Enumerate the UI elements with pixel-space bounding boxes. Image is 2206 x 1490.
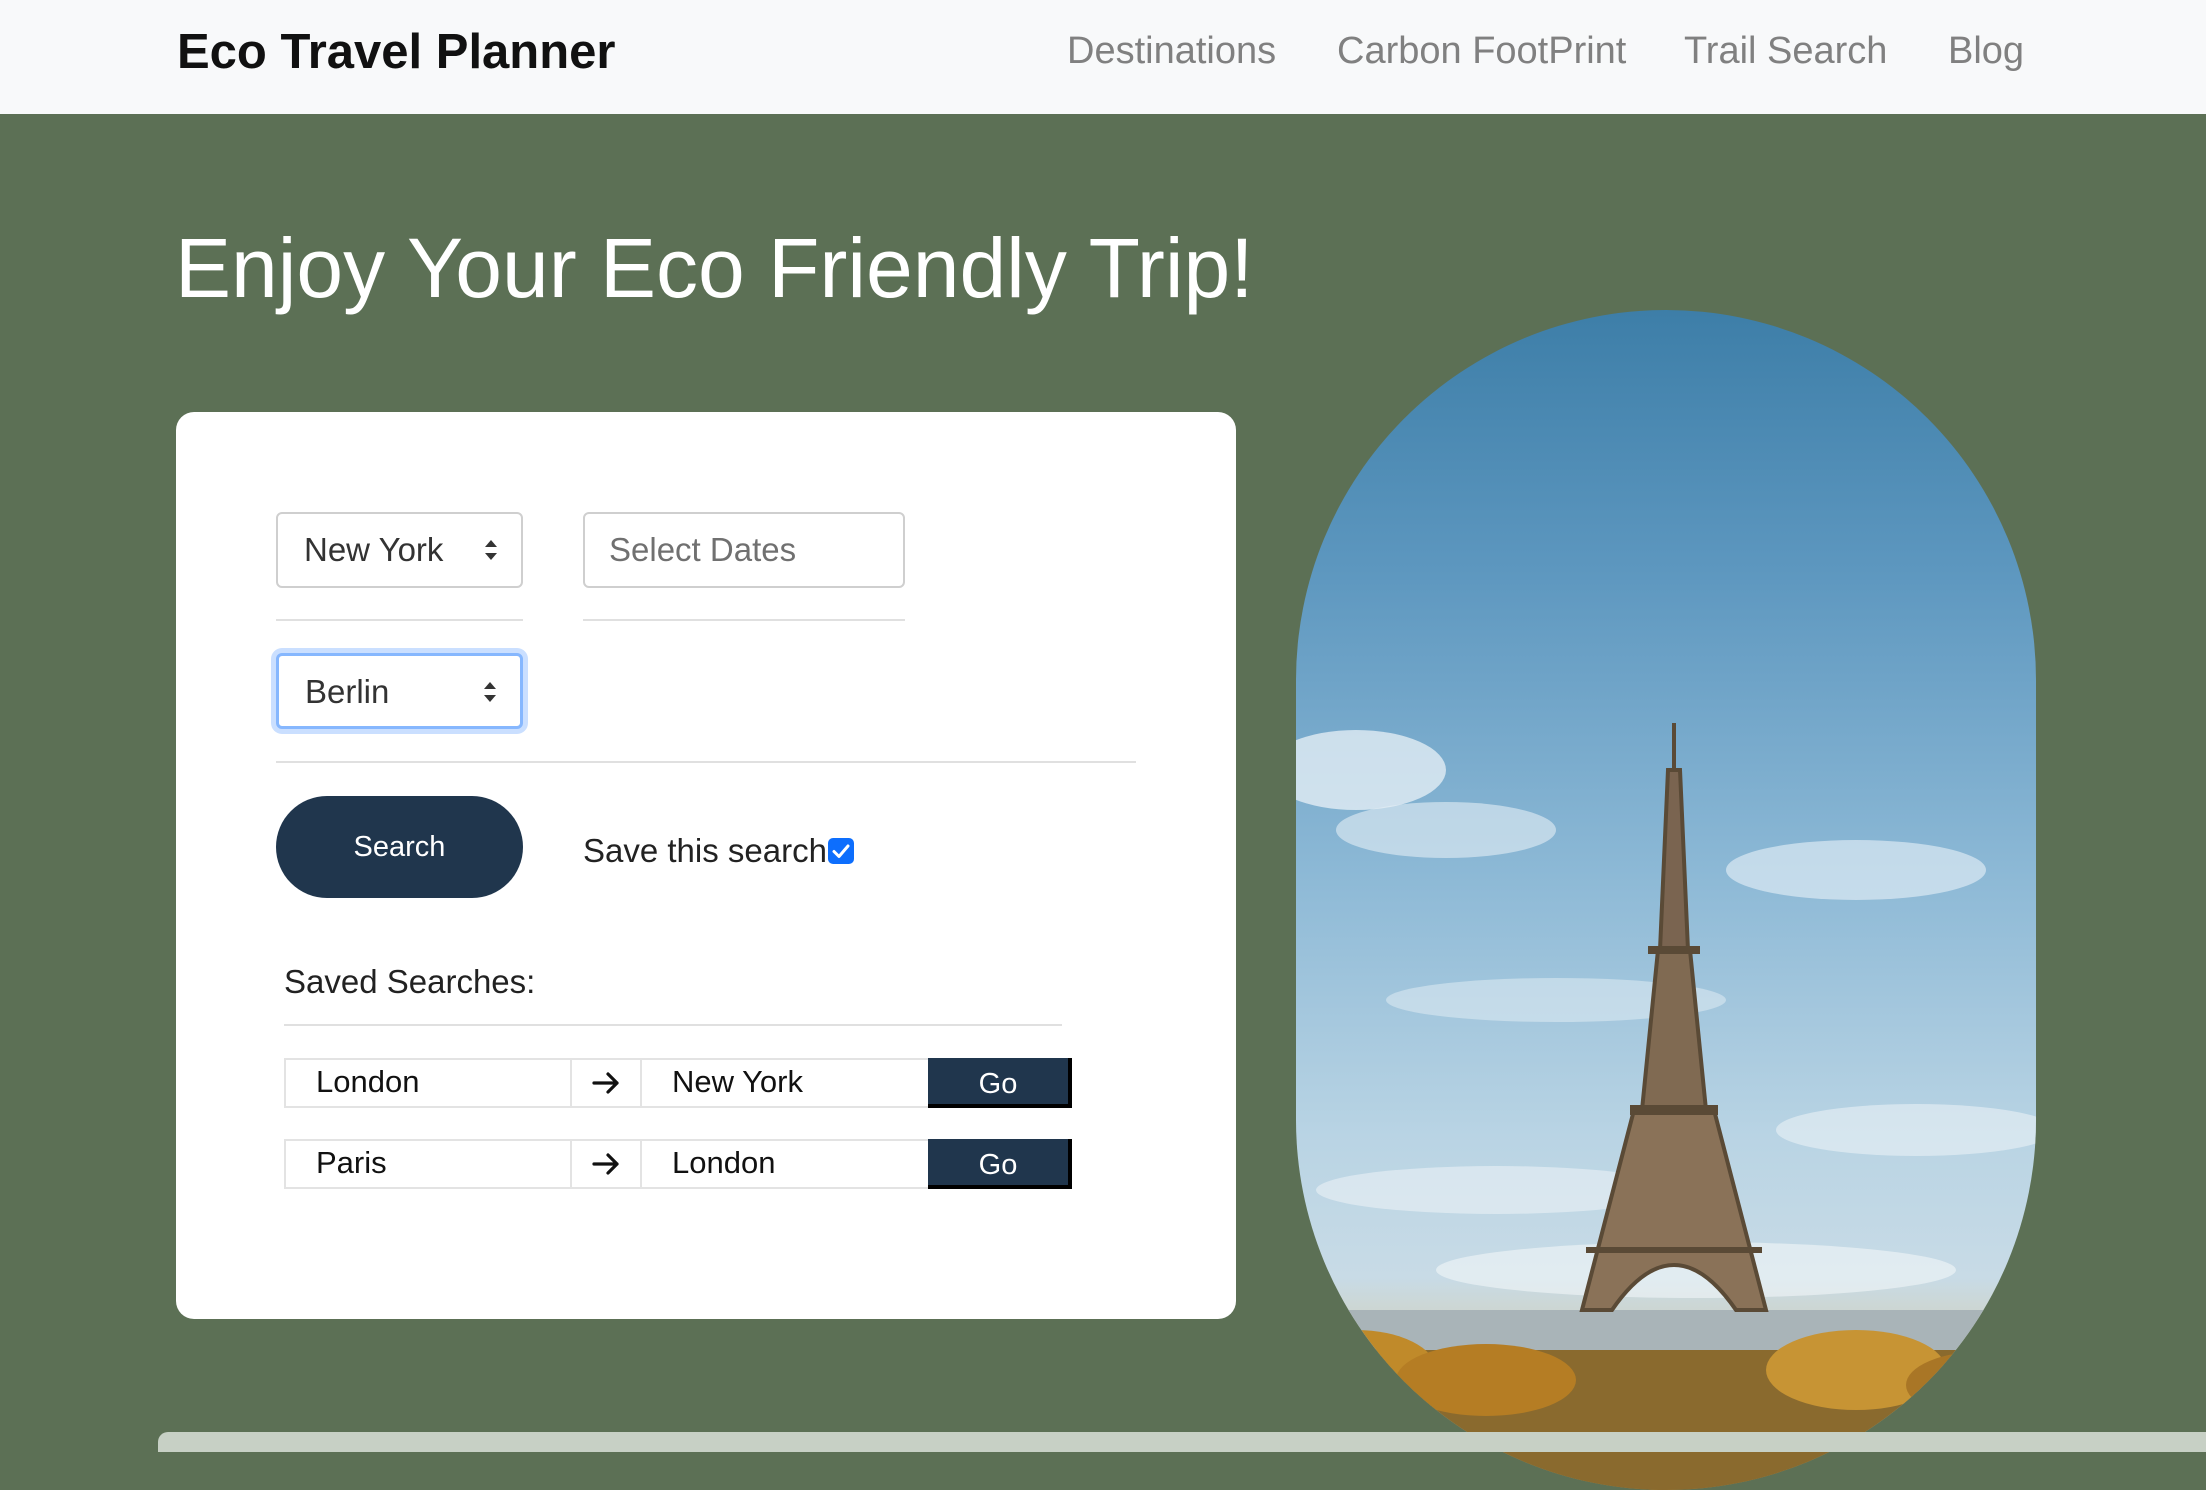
arrow-right-icon xyxy=(592,1153,619,1175)
sort-arrows-icon xyxy=(484,682,496,702)
origin-select-value: New York xyxy=(304,531,444,568)
saved-search-to: London xyxy=(640,1139,930,1189)
nav-link-blog[interactable]: Blog xyxy=(1948,30,2024,73)
nav-link-trail-search[interactable]: Trail Search xyxy=(1684,30,1887,73)
saved-search-from: Paris xyxy=(284,1139,572,1189)
arrow-cell xyxy=(570,1139,642,1189)
destination-select[interactable]: Berlin xyxy=(276,653,523,729)
divider xyxy=(276,619,523,621)
dates-input-placeholder: Select Dates xyxy=(609,531,797,568)
nav-link-destinations[interactable]: Destinations xyxy=(1067,30,1276,73)
destination-select-value: Berlin xyxy=(305,673,390,710)
go-button[interactable]: Go xyxy=(928,1139,1072,1189)
saved-search-row: London New York Go xyxy=(284,1058,1072,1108)
dates-input[interactable]: Select Dates xyxy=(583,512,905,588)
go-button[interactable]: Go xyxy=(928,1058,1072,1108)
divider xyxy=(284,1024,1062,1026)
sort-arrows-icon xyxy=(485,540,497,560)
save-search-checkbox[interactable] xyxy=(828,838,854,864)
search-button[interactable]: Search xyxy=(276,796,523,898)
nav-link-carbon-footprint[interactable]: Carbon FootPrint xyxy=(1337,30,1626,73)
saved-search-row: Paris London Go xyxy=(284,1139,1072,1189)
eiffel-tower-illustration xyxy=(1296,723,2036,1490)
bottom-section-edge xyxy=(158,1432,2206,1452)
save-search-label: Save this search xyxy=(583,832,827,869)
arrow-cell xyxy=(570,1058,642,1108)
divider xyxy=(583,619,905,621)
checkmark-icon xyxy=(832,844,850,858)
saved-searches-title: Saved Searches: xyxy=(284,963,536,1000)
navbar: Eco Travel Planner Destinations Carbon F… xyxy=(0,0,2206,114)
hero-title: Enjoy Your Eco Friendly Trip! xyxy=(175,221,1254,315)
divider xyxy=(276,761,1136,763)
eiffel-tower-image xyxy=(1296,310,2036,1490)
arrow-right-icon xyxy=(592,1072,619,1094)
nav-links: Destinations Carbon FootPrint Trail Sear… xyxy=(0,30,2206,80)
search-card: New York Select Dates Berlin Search Save… xyxy=(176,412,1236,1319)
saved-search-from: London xyxy=(284,1058,572,1108)
saved-search-to: New York xyxy=(640,1058,930,1108)
origin-select[interactable]: New York xyxy=(276,512,523,588)
